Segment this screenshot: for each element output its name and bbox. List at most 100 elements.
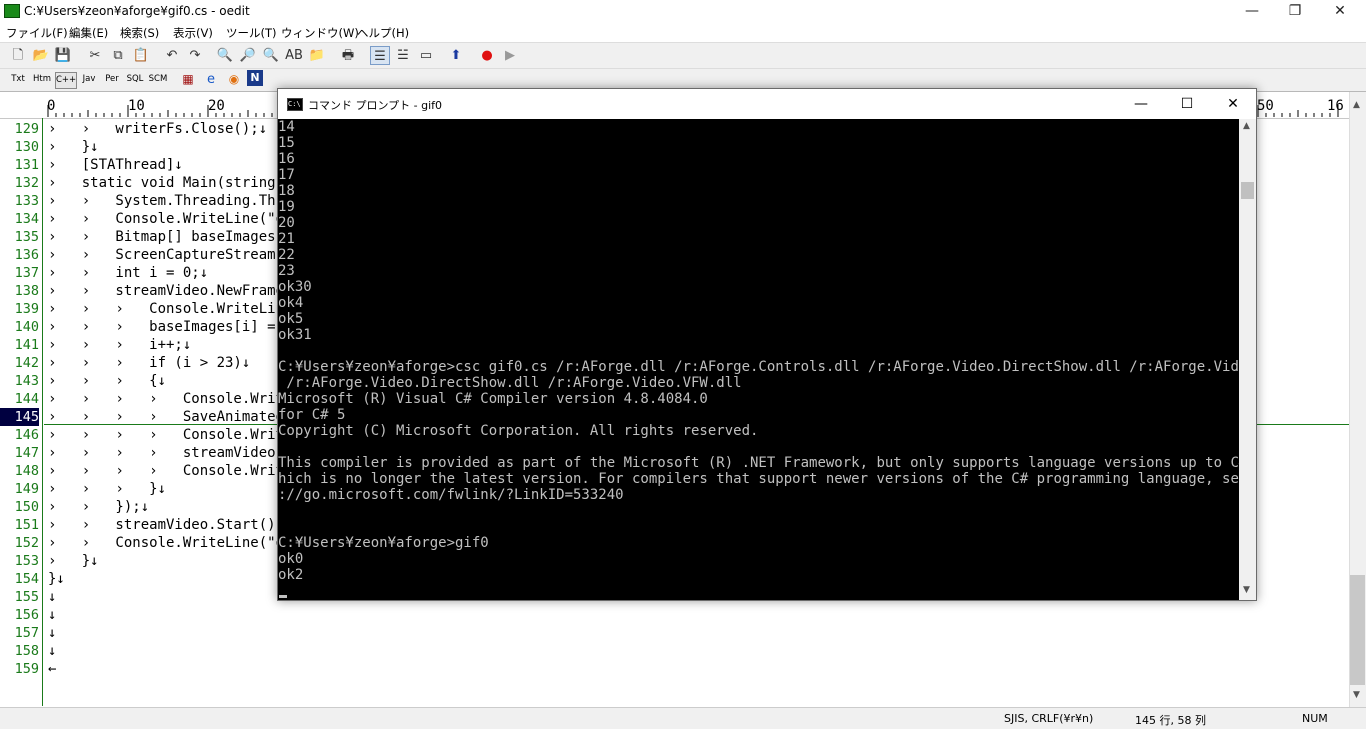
code-line[interactable]: › › › {↓	[48, 372, 166, 390]
line-number: 158	[14, 643, 39, 659]
code-line[interactable]: ↓	[48, 588, 56, 606]
lang-jav-button[interactable]: Jav	[78, 72, 100, 87]
code-line[interactable]: › › › baseImages[i] = (	[48, 318, 292, 336]
line-number: 147	[14, 445, 39, 461]
menu-window[interactable]: ウィンドウ(W)	[281, 25, 359, 41]
lang-txt-button[interactable]: Txt	[7, 72, 29, 87]
gutter-divider	[42, 118, 43, 706]
code-line[interactable]: ↓	[48, 606, 56, 624]
code-line[interactable]: › › });↓	[48, 498, 149, 516]
code-line[interactable]: › }↓	[48, 138, 99, 156]
record-icon[interactable]: ●	[477, 46, 497, 65]
code-line[interactable]: › › ScreenCaptureStream s	[48, 246, 292, 264]
jump-icon[interactable]: ⬆	[446, 46, 466, 65]
console-scroll-up-icon[interactable]: ▲	[1243, 121, 1250, 131]
code-line[interactable]: › › › if (i > 23)↓	[48, 354, 250, 372]
code-line[interactable]: › › streamVideo.NewFrame	[48, 282, 284, 300]
print-icon[interactable]: 🖶	[338, 46, 358, 65]
code-line[interactable]: › }↓	[48, 552, 99, 570]
console-close-button[interactable]: ✕	[1210, 89, 1256, 119]
console-title-bar[interactable]: C:\ コマンド プロンプト - gif0 — ☐ ✕	[278, 89, 1256, 119]
code-line[interactable]: › › › › Console.Write	[48, 426, 292, 444]
command-prompt-window[interactable]: C:\ コマンド プロンプト - gif0 — ☐ ✕ 14 15 16 17 18 19…	[277, 88, 1257, 601]
status-cursor-position: 145 行, 58 列	[1135, 714, 1206, 727]
console-output[interactable]: 14 15 16 17 18 19 20 21 22 23 ok30 ok4 ok5 ok31 C:¥Use…	[278, 119, 1239, 600]
code-line[interactable]: › › Console.WriteLine("ok	[48, 534, 292, 552]
view-normal-icon[interactable]: ☰	[370, 46, 390, 65]
minimize-button[interactable]: —	[1230, 0, 1274, 22]
lang-htm-button[interactable]: Htm	[31, 72, 53, 87]
view-window-icon[interactable]: ▭	[416, 46, 436, 65]
code-line[interactable]: › static void Main(string[]	[48, 174, 292, 192]
code-line[interactable]: › › int i = 0;↓	[48, 264, 208, 282]
code-line[interactable]: › › Bitmap[] baseImages =	[48, 228, 292, 246]
new-file-icon[interactable]: 🗋	[8, 46, 28, 65]
redo-icon[interactable]: ↷	[185, 46, 205, 65]
line-number: 146	[14, 427, 39, 443]
lang-per-button[interactable]: Per	[101, 72, 123, 87]
ie-browser-icon[interactable]: e	[201, 70, 221, 89]
play-icon[interactable]: ▶	[500, 46, 520, 65]
code-line[interactable]: ←	[48, 660, 56, 678]
cut-icon[interactable]: ✂	[85, 46, 105, 65]
menu-view[interactable]: 表示(V)	[173, 25, 213, 41]
close-button[interactable]: ✕	[1318, 0, 1362, 22]
color-palette-icon[interactable]: ▦	[178, 70, 198, 89]
view-split-icon[interactable]: ☱	[393, 46, 413, 65]
code-line[interactable]: › › › Console.WriteLine	[48, 300, 292, 318]
open-folder-icon[interactable]: 📂	[31, 46, 51, 65]
console-line: 21	[278, 231, 295, 247]
code-line[interactable]: › › streamVideo.Start();↓	[48, 516, 292, 534]
code-line[interactable]: ↓	[48, 624, 56, 642]
console-line: hich is no longer the latest version. Fo…	[278, 471, 1239, 487]
line-number: 142	[14, 355, 39, 371]
netscape-browser-icon[interactable]: N	[247, 70, 263, 86]
code-line[interactable]: › › › › SaveAnimatedG	[48, 408, 292, 426]
code-line[interactable]: › › › › Console.Write	[48, 390, 292, 408]
find-next-icon[interactable]: 🔎	[238, 46, 258, 65]
line-number: 138	[14, 283, 39, 299]
editor-scroll-thumb[interactable]	[1350, 575, 1365, 685]
console-scroll-thumb[interactable]	[1241, 182, 1254, 199]
code-line[interactable]: › › › i++;↓	[48, 336, 191, 354]
undo-icon[interactable]: ↶	[162, 46, 182, 65]
line-number: 133	[14, 193, 39, 209]
search-icon[interactable]: 🔍	[215, 46, 235, 65]
console-line: C:¥Users¥zeon¥aforge>gif0	[278, 535, 489, 551]
lang-sql-button[interactable]: SQL	[124, 72, 146, 87]
console-minimize-button[interactable]: —	[1118, 89, 1164, 119]
paste-icon[interactable]: 📋	[131, 46, 151, 65]
code-line[interactable]: › › › › streamVideo.S	[48, 444, 292, 462]
code-line[interactable]: › › writerFs.Close();↓	[48, 120, 267, 138]
code-line[interactable]: › [STAThread]↓	[48, 156, 183, 174]
menu-edit[interactable]: 編集(E)	[69, 25, 108, 41]
console-maximize-button[interactable]: ☐	[1164, 89, 1210, 119]
code-line[interactable]: › › System.Threading.Thre	[48, 192, 292, 210]
code-line[interactable]: ↓	[48, 642, 56, 660]
code-line[interactable]: }↓	[48, 570, 65, 588]
scroll-down-icon[interactable]: ▼	[1353, 690, 1360, 700]
code-line[interactable]: › › Console.WriteLine("ok	[48, 210, 292, 228]
menu-search[interactable]: 検索(S)	[120, 25, 159, 41]
menu-tools[interactable]: ツール(T)	[226, 25, 277, 41]
find-prev-icon[interactable]: 🔍	[261, 46, 281, 65]
console-scroll-down-icon[interactable]: ▼	[1243, 585, 1250, 595]
save-icon[interactable]: 💾	[53, 46, 73, 65]
console-line: Microsoft (R) Visual C# Compiler version…	[278, 391, 708, 407]
code-line[interactable]: › › › › Console.Write	[48, 462, 292, 480]
status-bar: SJIS, CRLF(¥r¥n) 145 行, 58 列 NUM	[0, 707, 1366, 729]
open-link-icon[interactable]: 📁	[307, 46, 327, 65]
console-line: ok2	[278, 567, 304, 583]
console-line: 22	[278, 247, 295, 263]
line-number: 137	[14, 265, 39, 281]
copy-icon[interactable]: ⧉	[108, 46, 128, 65]
lang-scm-button[interactable]: SCM	[147, 72, 169, 87]
firefox-browser-icon[interactable]: ◉	[224, 70, 244, 89]
menu-help[interactable]: ヘルプ(H)	[357, 25, 409, 41]
scroll-up-icon[interactable]: ▲	[1353, 100, 1360, 110]
menu-file[interactable]: ファイル(F)	[6, 25, 68, 41]
code-line[interactable]: › › › }↓	[48, 480, 166, 498]
lang-cpp-button[interactable]: C++	[55, 72, 77, 89]
restore-button[interactable]: ❐	[1273, 0, 1317, 22]
replace-icon[interactable]: AB	[284, 46, 304, 65]
